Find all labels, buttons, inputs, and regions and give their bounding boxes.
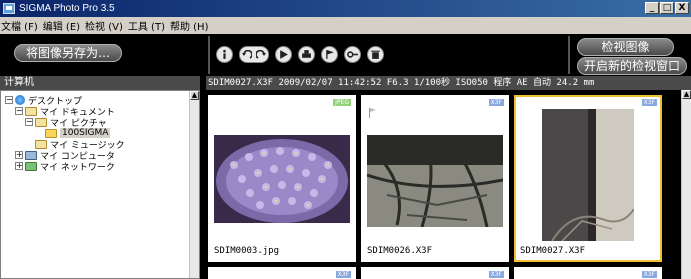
maximize-button[interactable]: □ [660,2,674,14]
photo-thumbnail [214,135,350,223]
tree-item-100sigma[interactable]: 100SIGMA [45,128,111,138]
menu-edit[interactable]: 编辑 (E) [43,18,85,33]
tree-item-my-documents[interactable]: − マイ ドキュメント [15,106,115,118]
window-controls: _ □ X [644,2,689,14]
desktop-icon [15,95,25,105]
menu-help[interactable]: 帮助 (H) [170,18,214,33]
rotate-right-icon[interactable] [256,49,266,60]
thumbnail-grid: JPEG SDIM0003.jpg X3F SDIM0026.X3F X3F S… [206,90,691,279]
photo-thumbnail [542,109,634,241]
computer-icon [25,150,37,160]
minimize-button[interactable]: _ [645,2,659,14]
thumbnail-scrollbar[interactable]: ▲ [681,90,691,279]
file-type-badge: X3F [488,271,504,278]
folder-tree: − デスクトップ − マイ ドキュメント − マイ ピクチャ 100SIGMA … [0,90,200,279]
thumbnail-card-selected[interactable]: X3F SDIM0027.X3F [514,95,662,262]
app-icon [3,3,15,14]
network-icon [25,161,37,171]
thumbnail-card[interactable]: JPEG SDIM0003.jpg [208,95,356,262]
tree-item-my-network[interactable]: + マイ ネットワーク [15,161,115,173]
file-type-badge: X3F [488,99,504,106]
collapse-toggle[interactable]: − [5,96,13,104]
scroll-up-icon[interactable]: ▲ [682,90,691,99]
menu-file[interactable]: 文檔 (F) [1,18,43,33]
menu-view[interactable]: 检视 (V) [85,18,128,33]
exif-info-bar: SDIM0027.X3F 2009/02/07 11:42:52 F6.3 1/… [206,76,691,90]
file-type-badge: JPEG [333,99,351,106]
view-image-button[interactable]: 检视图像 [577,38,674,56]
documents-icon [25,106,37,116]
close-button[interactable]: X [675,2,689,14]
thumbnail-filename: SDIM0026.X3F [367,246,433,256]
info-icon[interactable] [216,46,233,63]
tree-item-label: 100SIGMA [60,128,111,138]
scroll-up-icon[interactable]: ▲ [190,91,199,100]
tree-item-my-music[interactable]: マイ ミュージック [35,139,125,151]
tree-item-label: マイ ピクチャ [50,118,107,129]
expand-toggle[interactable]: + [15,162,23,170]
open-new-view-window-button[interactable]: 开启新的检视窗口 [577,57,687,75]
tree-scrollbar[interactable]: ▲ [189,91,199,278]
thumbnail-filename: SDIM0003.jpg [214,246,280,256]
photo-thumbnail [367,135,503,227]
music-icon [35,139,47,149]
rotate-buttons [239,46,269,63]
collapse-toggle[interactable]: − [15,107,23,115]
tree-item-label: マイ ネットワーク [40,162,115,173]
menu-bar: 文檔 (F) 编辑 (E) 检视 (V) 工具 (T) 帮助 (H) [0,17,691,34]
folder-panel-header: 计算机 [0,76,200,90]
thumbnail-card[interactable]: X3F [208,267,356,279]
trash-icon[interactable] [367,46,384,63]
print-icon[interactable] [298,46,315,63]
window-title: SIGMA Photo Pro 3.5 [19,3,115,14]
thumbnail-card[interactable]: X3F [361,267,509,279]
save-image-as-button[interactable]: 将图像另存为… [14,44,122,62]
play-icon[interactable] [275,46,292,63]
toolbar-divider [568,36,570,74]
tree-item-my-pictures[interactable]: − マイ ピクチャ [25,117,107,129]
file-type-badge: X3F [641,271,657,278]
file-type-badge: X3F [335,271,351,278]
expand-toggle[interactable]: + [15,151,23,159]
thumbnail-card[interactable]: X3F SDIM0026.X3F [361,95,509,262]
key-icon[interactable] [344,46,361,63]
pictures-icon [35,117,47,127]
tree-item-my-computer[interactable]: + マイ コンピュータ [15,150,115,162]
toolbar: 将图像另存为… 检视图像 开启新的检视窗口 [0,34,691,76]
tree-item-desktop[interactable]: − デスクトップ [5,95,82,107]
toolbar-divider [208,36,210,74]
collapse-toggle[interactable]: − [25,118,33,126]
folder-icon [45,128,57,138]
title-bar: SIGMA Photo Pro 3.5 _ □ X [0,0,691,17]
flag-icon[interactable] [321,46,338,63]
flag-icon [369,108,376,118]
file-type-badge: X3F [641,99,657,106]
thumbnail-card[interactable]: X3F [514,267,662,279]
menu-tools[interactable]: 工具 (T) [128,18,170,33]
tool-icon-group [216,46,390,63]
rotate-left-icon[interactable] [242,49,252,60]
thumbnail-filename: SDIM0027.X3F [520,246,586,256]
